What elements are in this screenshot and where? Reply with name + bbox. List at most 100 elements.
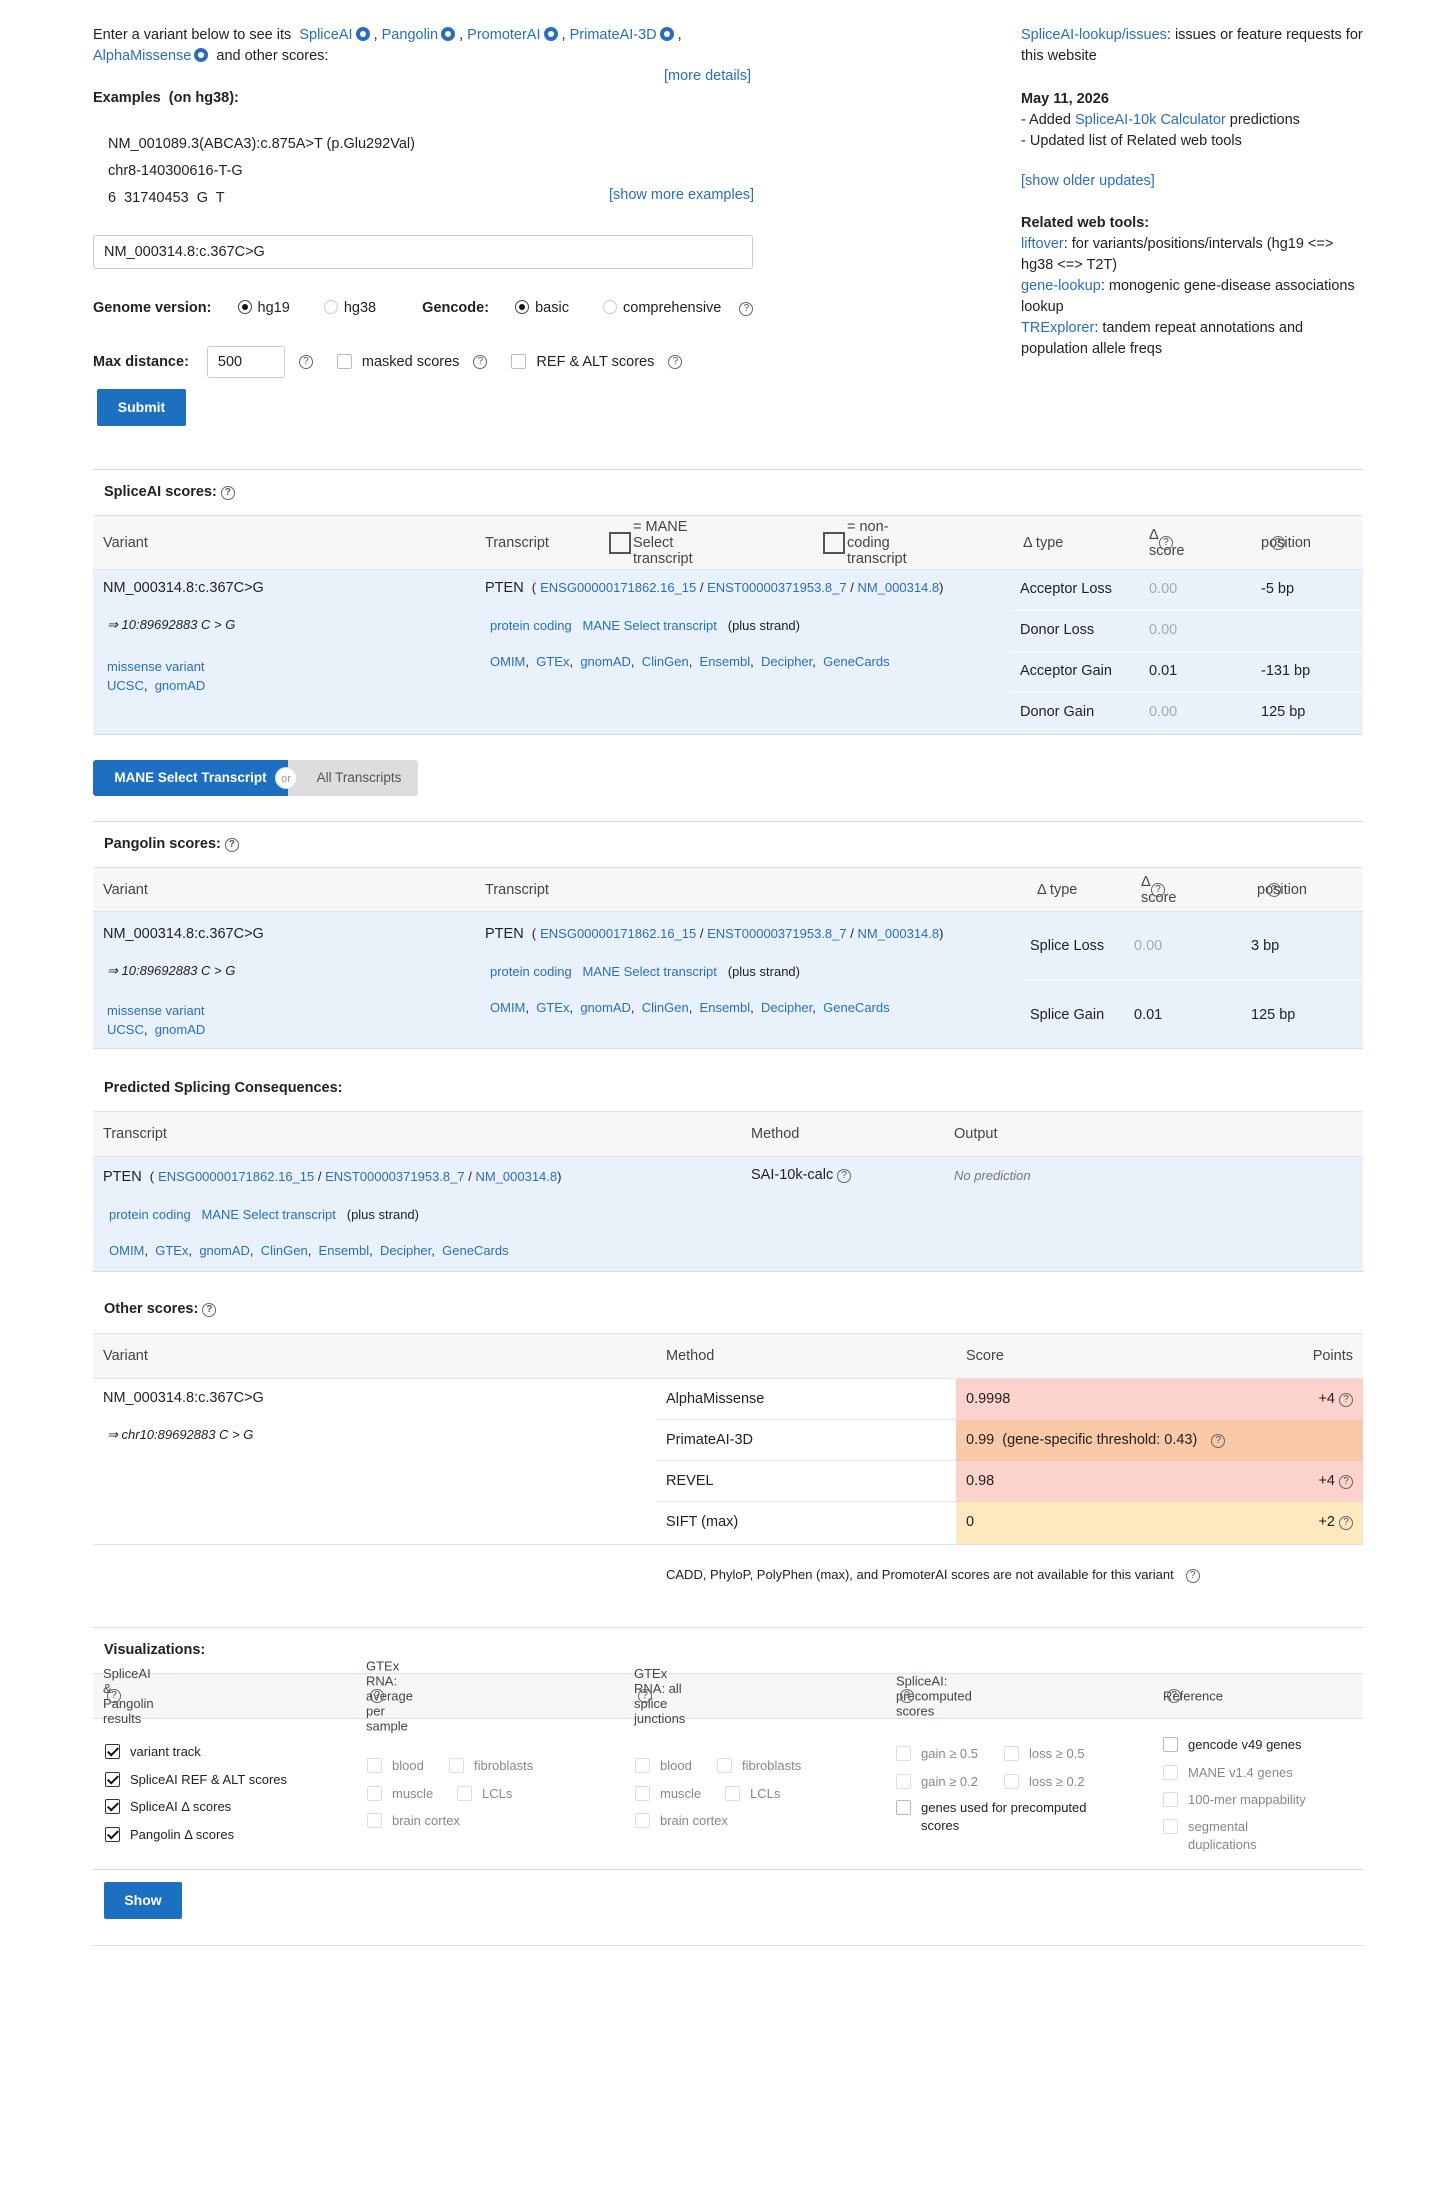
checkbox-icon[interactable] bbox=[896, 1746, 911, 1761]
checkbox-icon[interactable] bbox=[336, 354, 352, 369]
consequence-link[interactable]: missense variant bbox=[107, 659, 205, 674]
checkbox-icon[interactable] bbox=[105, 1799, 120, 1814]
nm-link[interactable]: NM_000314.8 bbox=[857, 580, 939, 595]
enst-link[interactable]: ENST00000371953.8_7 bbox=[707, 580, 847, 595]
consequence-link[interactable]: missense variant bbox=[107, 1003, 205, 1018]
show-more-examples-link[interactable]: [show more examples] bbox=[609, 187, 754, 203]
github-icon[interactable] bbox=[543, 27, 558, 41]
gtex-link[interactable]: GTEx bbox=[536, 654, 569, 669]
gnomad-gene-link[interactable]: gnomAD bbox=[199, 1243, 250, 1258]
clingen-link[interactable]: ClinGen bbox=[261, 1243, 308, 1258]
viz-option-segdups[interactable]: segmental duplications bbox=[1163, 1818, 1363, 1854]
checkbox-icon[interactable] bbox=[457, 1785, 472, 1801]
viz-option-blood[interactable]: blood bbox=[367, 1752, 449, 1780]
maxdist-input[interactable]: 500 bbox=[206, 346, 285, 378]
viz-option-spliceai-delta[interactable]: SpliceAI Δ scores bbox=[105, 1793, 287, 1821]
omim-link[interactable]: OMIM bbox=[490, 1000, 525, 1015]
radio-basic[interactable]: basic bbox=[515, 300, 569, 316]
github-icon[interactable] bbox=[355, 27, 370, 41]
all-transcripts-toggle-button[interactable]: All Transcripts bbox=[288, 760, 418, 796]
gtex-link[interactable]: GTEx bbox=[155, 1243, 188, 1258]
help-icon[interactable]: ? bbox=[668, 355, 683, 369]
mane-tag[interactable]: MANE Select transcript bbox=[583, 964, 717, 979]
checkbox-icon[interactable] bbox=[896, 1773, 911, 1789]
help-icon[interactable]: ? bbox=[473, 355, 488, 369]
masked-scores-checkbox[interactable]: masked scores bbox=[336, 354, 459, 370]
gnomad-link[interactable]: gnomAD bbox=[155, 1022, 206, 1037]
submit-button[interactable]: Submit bbox=[97, 389, 186, 426]
ensembl-link[interactable]: Ensembl bbox=[700, 1000, 751, 1015]
ensg-link[interactable]: ENSG00000171862.16_15 bbox=[158, 1169, 314, 1184]
help-icon[interactable]: ? bbox=[1159, 535, 1173, 550]
help-icon[interactable]: ? bbox=[1151, 882, 1165, 897]
viz-option-lcls[interactable]: LCLs bbox=[457, 1785, 512, 1801]
example-item[interactable]: chr8-140300616-T-G bbox=[108, 158, 415, 185]
ucsc-link[interactable]: UCSC bbox=[107, 1022, 144, 1037]
help-icon[interactable]: ? bbox=[1267, 882, 1281, 897]
show-button[interactable]: Show bbox=[104, 1882, 182, 1919]
radio-hg19[interactable]: hg19 bbox=[237, 300, 290, 316]
tool-link-spliceai[interactable]: SpliceAI bbox=[299, 27, 352, 43]
help-icon[interactable]: ? bbox=[202, 1303, 217, 1317]
github-icon[interactable] bbox=[194, 48, 209, 62]
checkbox-icon[interactable] bbox=[1004, 1746, 1019, 1761]
checkbox-icon[interactable] bbox=[367, 1758, 382, 1773]
github-icon[interactable] bbox=[441, 27, 456, 41]
checkbox-icon[interactable] bbox=[1163, 1737, 1178, 1752]
viz-option-lcls[interactable]: LCLs bbox=[725, 1785, 780, 1801]
example-item[interactable]: 6 31740453 G T bbox=[108, 185, 415, 212]
help-icon[interactable]: ? bbox=[298, 355, 313, 369]
enst-link[interactable]: ENST00000371953.8_7 bbox=[707, 926, 847, 941]
mane-tag[interactable]: MANE Select transcript bbox=[583, 618, 717, 633]
ensg-link[interactable]: ENSG00000171862.16_15 bbox=[540, 580, 696, 595]
help-icon[interactable]: ? bbox=[107, 1689, 121, 1703]
ensg-link[interactable]: ENSG00000171862.16_15 bbox=[540, 926, 696, 941]
radio-icon[interactable] bbox=[237, 300, 252, 314]
clingen-link[interactable]: ClinGen bbox=[642, 654, 689, 669]
checkbox-icon[interactable] bbox=[635, 1813, 650, 1828]
help-icon[interactable]: ? bbox=[1185, 1569, 1200, 1583]
viz-option-refalt[interactable]: SpliceAI REF & ALT scores bbox=[105, 1766, 287, 1794]
viz-option-mane[interactable]: MANE v1.4 genes bbox=[1163, 1759, 1363, 1787]
enst-link[interactable]: ENST00000371953.8_7 bbox=[325, 1169, 465, 1184]
mane-select-toggle-button[interactable]: MANE Select Transcript bbox=[93, 760, 288, 796]
refalt-scores-checkbox[interactable]: REF & ALT scores bbox=[511, 354, 654, 370]
help-icon[interactable]: ? bbox=[1339, 1516, 1353, 1530]
help-icon[interactable]: ? bbox=[1339, 1475, 1353, 1489]
ensembl-link[interactable]: Ensembl bbox=[700, 654, 751, 669]
gnomad-gene-link[interactable]: gnomAD bbox=[580, 654, 631, 669]
viz-option-gain-02[interactable]: gain ≥ 0.2 bbox=[896, 1768, 1004, 1796]
calculator-link[interactable]: SpliceAI-10k Calculator bbox=[1075, 112, 1226, 128]
variant-input[interactable]: NM_000314.8:c.367C>G bbox=[93, 235, 753, 269]
genecards-link[interactable]: GeneCards bbox=[823, 1000, 889, 1015]
decipher-link[interactable]: Decipher bbox=[761, 654, 812, 669]
help-icon[interactable]: ? bbox=[638, 1689, 652, 1703]
ucsc-link[interactable]: UCSC bbox=[107, 678, 144, 693]
biotype-tag[interactable]: protein coding bbox=[490, 618, 572, 633]
gnomad-gene-link[interactable]: gnomAD bbox=[580, 1000, 631, 1015]
tool-link-primateai[interactable]: PrimateAI-3D bbox=[570, 27, 657, 43]
example-item[interactable]: NM_001089.3(ABCA3):c.875A>T (p.Glu292Val… bbox=[108, 131, 415, 158]
viz-option-variant-track[interactable]: variant track bbox=[105, 1738, 287, 1766]
trexplorer-link[interactable]: TRExplorer bbox=[1021, 320, 1094, 336]
help-icon[interactable]: ? bbox=[224, 838, 239, 852]
genecards-link[interactable]: GeneCards bbox=[823, 654, 889, 669]
checkbox-icon[interactable] bbox=[105, 1771, 120, 1787]
decipher-link[interactable]: Decipher bbox=[380, 1243, 431, 1258]
tool-link-pangolin[interactable]: Pangolin bbox=[382, 27, 438, 43]
biotype-tag[interactable]: protein coding bbox=[109, 1207, 191, 1222]
checkbox-icon[interactable] bbox=[896, 1800, 911, 1815]
checkbox-icon[interactable] bbox=[105, 1744, 120, 1759]
viz-option-gencode[interactable]: gencode v49 genes bbox=[1163, 1731, 1363, 1759]
viz-option-blood[interactable]: blood bbox=[635, 1752, 717, 1780]
nm-link[interactable]: NM_000314.8 bbox=[475, 1169, 557, 1184]
gnomad-link[interactable]: gnomAD bbox=[155, 678, 206, 693]
viz-option-muscle[interactable]: muscle bbox=[635, 1780, 725, 1808]
checkbox-icon[interactable] bbox=[1163, 1764, 1178, 1780]
viz-option-mappability[interactable]: 100-mer mappability bbox=[1163, 1786, 1363, 1814]
gtex-link[interactable]: GTEx bbox=[536, 1000, 569, 1015]
help-icon[interactable]: ? bbox=[1271, 535, 1285, 550]
help-icon[interactable]: ? bbox=[370, 1689, 384, 1703]
clingen-link[interactable]: ClinGen bbox=[642, 1000, 689, 1015]
github-icon[interactable] bbox=[659, 27, 674, 41]
